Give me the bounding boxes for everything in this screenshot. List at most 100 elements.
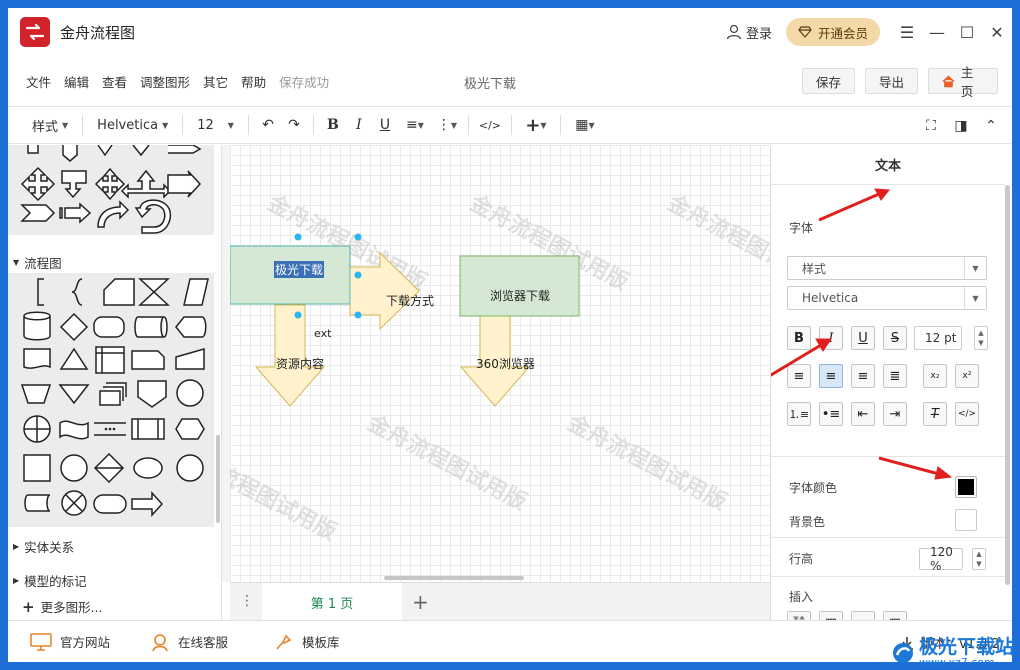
down-arrow-1-label[interactable]: 资源内容: [276, 355, 324, 372]
diagram-canvas[interactable]: 金舟流程图试用版 金舟流程图试用版 金舟流程图试用版 金舟流程图试用版 金舟流程…: [230, 145, 770, 582]
text-fragment[interactable]: ext: [314, 327, 331, 340]
menu-arrange[interactable]: 调整图形: [140, 72, 190, 91]
insert-image-icon[interactable]: ▨: [819, 611, 843, 620]
redo-icon[interactable]: ↷: [281, 113, 307, 137]
panel-scrollbar[interactable]: [1005, 185, 1010, 585]
caret-down-icon: ▼: [540, 120, 547, 130]
outdent-icon[interactable]: ⇤: [851, 402, 875, 426]
size-dropdown[interactable]: 12 ▼: [189, 113, 242, 137]
sidebar-splitter[interactable]: [222, 145, 230, 582]
html-icon[interactable]: </>: [955, 402, 979, 426]
bold-icon[interactable]: B: [320, 113, 346, 137]
page-tab-1[interactable]: 第 1 页: [262, 583, 402, 621]
page-menu-icon[interactable]: ⋮: [240, 593, 254, 609]
section-model[interactable]: ▶ 模型的标记: [8, 569, 214, 591]
minimize-icon[interactable]: —: [922, 17, 952, 47]
headset-icon: [152, 633, 168, 651]
section-flowchart[interactable]: ▼ 流程图: [8, 251, 214, 273]
login-button[interactable]: 登录: [726, 23, 772, 42]
font-size-stepper[interactable]: ▲ ▼: [974, 326, 988, 350]
italic-icon[interactable]: I: [346, 113, 372, 137]
shape-right-arrow: [167, 170, 202, 198]
brand-url: www.xz7.com: [918, 656, 995, 669]
subscript-icon[interactable]: x₂: [923, 364, 947, 388]
line-height-stepper[interactable]: ▲ ▼: [972, 548, 986, 570]
bold-icon[interactable]: B: [787, 326, 811, 350]
italic-icon[interactable]: I: [819, 326, 843, 350]
down-arrow-2-label[interactable]: 360浏览器: [476, 355, 535, 372]
numbered-list-icon[interactable]: ⒈≡: [787, 402, 811, 426]
align-icon[interactable]: ≡ ▼: [398, 113, 432, 137]
shape-up-arrow: [120, 169, 172, 199]
align-left-icon[interactable]: ≡: [787, 364, 811, 388]
font-color-swatch[interactable]: [955, 476, 977, 498]
insert-hr-icon[interactable]: —: [851, 611, 875, 620]
indent-icon[interactable]: ⇥: [883, 402, 907, 426]
panel-tab-text[interactable]: 文本: [771, 145, 1005, 185]
table-icon[interactable]: ▦ ▼: [567, 113, 603, 137]
shape-arrow: [97, 145, 113, 157]
shape-brace: [71, 278, 83, 306]
export-button[interactable]: 导出: [864, 68, 918, 94]
online-service-link[interactable]: 在线客服: [150, 632, 228, 652]
section-er[interactable]: ▶ 实体关系: [8, 535, 214, 557]
align-justify-icon[interactable]: ≣: [883, 364, 907, 388]
align-right-icon[interactable]: ≡: [851, 364, 875, 388]
official-site-link[interactable]: 官方网站: [30, 632, 110, 651]
font-select[interactable]: Helvetica ▼: [787, 286, 987, 310]
code-icon[interactable]: </>: [475, 113, 505, 137]
underline-icon[interactable]: U: [372, 113, 398, 137]
arrow-label[interactable]: 下载方式: [386, 292, 434, 309]
insert-table-icon[interactable]: ▦: [883, 611, 907, 620]
add-page-icon[interactable]: +: [412, 590, 429, 614]
menu-view[interactable]: 查看: [102, 72, 127, 91]
login-label: 登录: [745, 26, 772, 42]
insert-link-icon[interactable]: ⛓: [787, 611, 811, 620]
clear-format-icon[interactable]: T̶: [923, 402, 947, 426]
line-height-input[interactable]: 120 %: [919, 545, 963, 573]
collapse-icon[interactable]: ⌃: [978, 114, 1004, 138]
close-icon[interactable]: ✕: [982, 17, 1012, 47]
shape-uturn-arrow: [134, 199, 172, 234]
font-color-label: 字体颜色: [789, 481, 838, 495]
menu-help[interactable]: 帮助: [241, 72, 266, 91]
selected-box-label[interactable]: 极光下载: [274, 261, 325, 278]
bullet-list-icon[interactable]: •≡: [819, 402, 843, 426]
save-button[interactable]: 保存: [801, 68, 855, 94]
template-library-link[interactable]: 模板库: [274, 632, 340, 652]
strikethrough-icon[interactable]: S: [883, 326, 907, 350]
more-shapes-button[interactable]: + 更多图形...: [22, 597, 103, 616]
home-label: 主页: [960, 65, 974, 99]
underline-icon[interactable]: U: [851, 326, 875, 350]
undo-icon[interactable]: ↶: [255, 113, 281, 137]
divider: [467, 115, 469, 135]
menu-icon[interactable]: ☰: [892, 17, 922, 47]
process-box-browser[interactable]: [459, 255, 580, 317]
app-title: 金舟流程图: [60, 23, 136, 42]
sidebar-scrollbar[interactable]: [216, 435, 220, 523]
font-size-input[interactable]: 12 pt: [914, 326, 962, 350]
status-bar: 官方网站 在线客服 模板库 版本：v1.3.2: [8, 620, 1012, 662]
font-dropdown[interactable]: Helvetica ▼: [89, 113, 176, 137]
menu-edit[interactable]: 编辑: [64, 72, 89, 91]
maximize-icon[interactable]: ☐: [952, 17, 982, 47]
shape-arrow: [27, 145, 39, 154]
menu-file[interactable]: 文件: [26, 72, 51, 91]
document-title[interactable]: 极光下载: [464, 73, 516, 92]
style-select[interactable]: 样式 ▼: [787, 256, 987, 280]
align-center-icon[interactable]: ≡: [819, 364, 843, 388]
canvas-scrollbar[interactable]: [384, 576, 524, 580]
menu-other[interactable]: 其它: [203, 72, 228, 91]
superscript-icon[interactable]: x²: [955, 364, 979, 388]
insert-plus-icon[interactable]: + ▼: [518, 113, 554, 137]
browser-box-label[interactable]: 浏览器下载: [490, 287, 550, 304]
vip-button[interactable]: 开通会员: [785, 18, 880, 46]
fullscreen-icon[interactable]: ⛶: [918, 114, 944, 138]
more-vertical-icon[interactable]: ⋮ ▼: [432, 113, 462, 137]
home-button[interactable]: 主页: [928, 65, 998, 99]
shape-cross-arrow: [94, 167, 126, 201]
bg-color-swatch[interactable]: [955, 509, 977, 531]
style-dropdown[interactable]: 样式 ▼: [24, 113, 76, 137]
right-arrow-shape[interactable]: [349, 251, 420, 331]
panel-toggle-icon[interactable]: ◨: [948, 114, 974, 138]
